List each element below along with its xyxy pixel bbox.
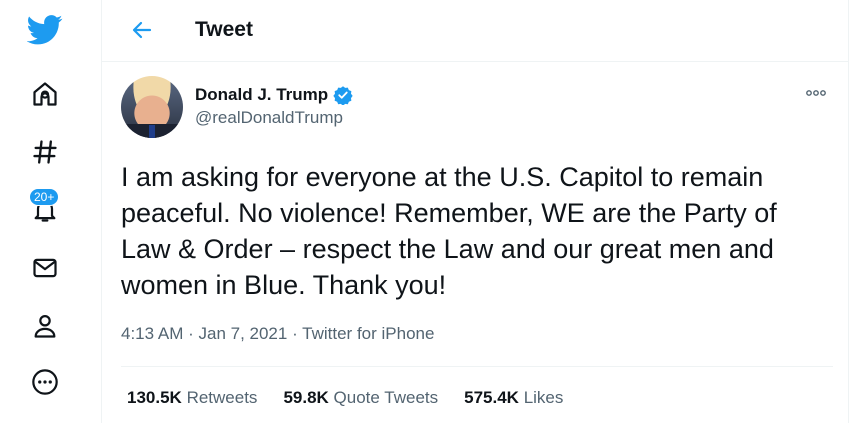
- tweet-time[interactable]: 4:13 AM: [121, 324, 183, 343]
- twitter-logo-icon[interactable]: [25, 10, 65, 50]
- page-title: Tweet: [195, 18, 253, 41]
- person-icon: [34, 314, 56, 338]
- retweets-label: Retweets: [186, 388, 258, 407]
- author-display-name[interactable]: Donald J. Trump: [195, 85, 328, 105]
- likes-count: 575.4K: [464, 388, 519, 407]
- nav-notifications[interactable]: 20+: [25, 188, 65, 230]
- quote-tweets-label: Quote Tweets: [333, 388, 439, 407]
- nav-explore[interactable]: [25, 132, 65, 172]
- page-header: Tweet: [102, 0, 848, 62]
- envelope-icon: [33, 258, 57, 278]
- quote-tweets-count: 59.8K: [283, 388, 329, 407]
- nav-home[interactable]: [25, 74, 65, 114]
- nav-profile[interactable]: [25, 306, 65, 346]
- avatar-tie: [149, 125, 155, 138]
- retweets-stat[interactable]: 130.5K Retweets: [127, 388, 257, 408]
- meta-separator: ·: [183, 324, 199, 343]
- back-button[interactable]: [124, 12, 160, 48]
- arrow-left-icon: [132, 21, 152, 39]
- tweet-source[interactable]: Twitter for iPhone: [302, 324, 434, 343]
- tweet-more-button[interactable]: [802, 82, 830, 104]
- more-circle-icon: [32, 369, 58, 395]
- app-root: 20+ Tweet Donald J. Trump @realDonaldTru…: [0, 0, 853, 423]
- quote-tweets-stat[interactable]: 59.8K Quote Tweets: [283, 388, 438, 408]
- likes-label: Likes: [523, 388, 564, 407]
- avatar[interactable]: [121, 76, 183, 138]
- tweet-column: Tweet Donald J. Trump @realDonaldTrump I…: [101, 0, 849, 423]
- likes-stat[interactable]: 575.4K Likes: [464, 388, 563, 408]
- tweet-meta: 4:13 AM · Jan 7, 2021 · Twitter for iPho…: [121, 324, 434, 344]
- meta-separator: ·: [287, 324, 303, 343]
- divider: [121, 366, 833, 367]
- tweet-date[interactable]: Jan 7, 2021: [198, 324, 287, 343]
- left-nav: 20+: [0, 0, 96, 423]
- more-horizontal-icon: [806, 90, 826, 96]
- hashtag-icon: [33, 140, 57, 164]
- verified-badge-icon: [333, 86, 353, 105]
- tweet-stats: 130.5K Retweets 59.8K Quote Tweets 575.4…: [127, 388, 563, 408]
- nav-messages[interactable]: [25, 248, 65, 288]
- author-name-row: Donald J. Trump: [195, 85, 353, 105]
- nav-more[interactable]: [25, 362, 65, 402]
- author-handle[interactable]: @realDonaldTrump: [195, 108, 343, 128]
- retweets-count: 130.5K: [127, 388, 182, 407]
- home-icon: [33, 82, 57, 106]
- notifications-badge: 20+: [29, 188, 60, 206]
- tweet-text: I am asking for everyone at the U.S. Cap…: [121, 162, 777, 300]
